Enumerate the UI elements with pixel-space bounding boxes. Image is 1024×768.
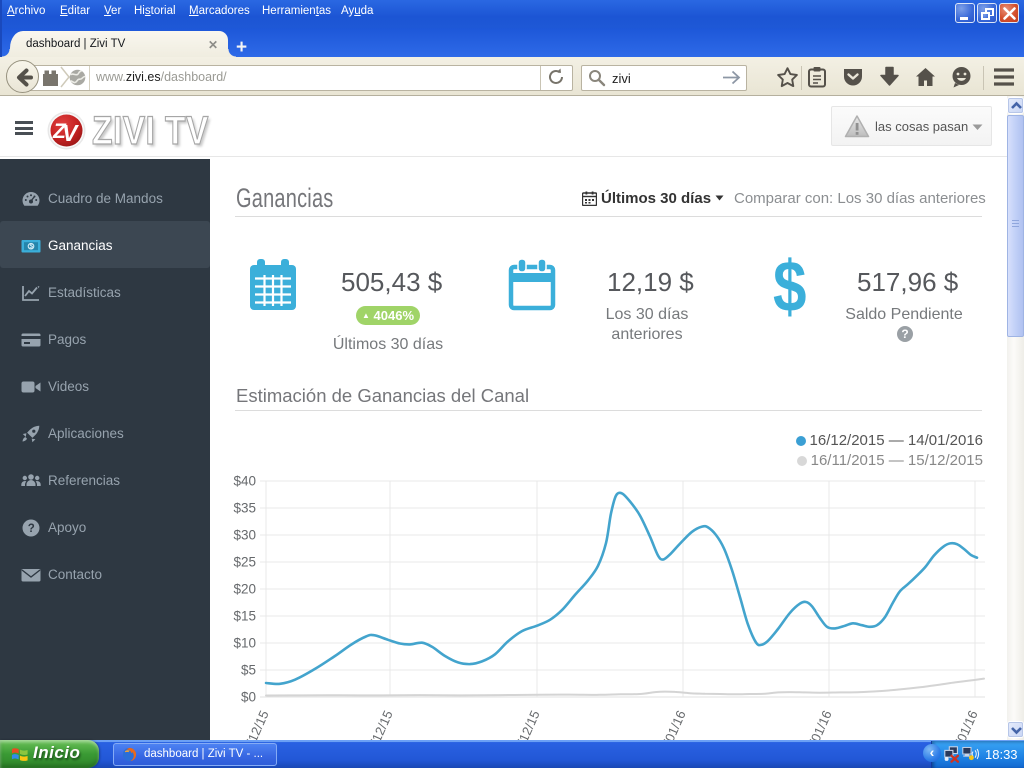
svg-text:$25: $25 bbox=[233, 555, 256, 570]
svg-text:26/12/15: 26/12/15 bbox=[508, 708, 542, 740]
svg-text:V: V bbox=[62, 120, 79, 146]
svg-text:$10: $10 bbox=[233, 636, 256, 651]
svg-text:?: ? bbox=[28, 523, 35, 535]
svg-text:05/01/16: 05/01/16 bbox=[654, 708, 688, 740]
svg-text:$5: $5 bbox=[241, 663, 256, 678]
svg-text:$15: $15 bbox=[233, 609, 256, 624]
svg-text:14/01/16: 14/01/16 bbox=[946, 708, 980, 740]
svg-text:$30: $30 bbox=[233, 528, 256, 543]
svg-text:$35: $35 bbox=[233, 501, 256, 516]
svg-text:$40: $40 bbox=[233, 474, 256, 489]
svg-text:21/12/15: 21/12/15 bbox=[361, 708, 395, 740]
svg-text:10/01/16: 10/01/16 bbox=[800, 708, 834, 740]
svg-text:16/12/15: 16/12/15 bbox=[237, 708, 271, 740]
svg-text:$: $ bbox=[30, 244, 34, 251]
svg-text:$20: $20 bbox=[233, 582, 256, 597]
svg-text:$0: $0 bbox=[241, 690, 256, 705]
